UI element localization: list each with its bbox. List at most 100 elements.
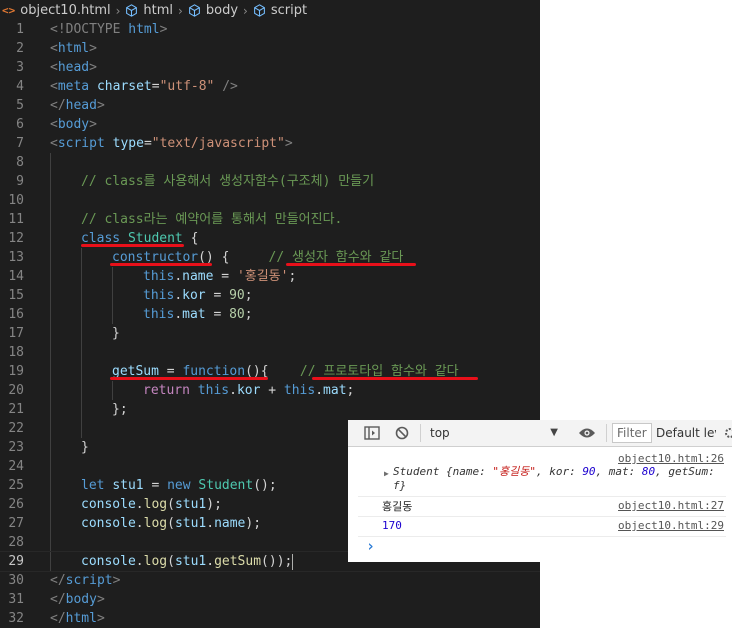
line-number: 30 [8, 573, 24, 588]
sidebar-toggle-button[interactable] [362, 420, 382, 446]
cube-icon [253, 4, 265, 17]
breadcrumb-html-label: html [143, 3, 174, 18]
line-number: 22 [8, 421, 24, 436]
red-underline [286, 263, 416, 266]
line-number: 18 [8, 345, 24, 360]
line-number: 7 [16, 136, 24, 151]
red-underline [312, 377, 478, 380]
line-number: 14 [8, 269, 24, 284]
log-number: 170 [382, 519, 402, 532]
line-number: 32 [8, 611, 24, 626]
breadcrumb-body-label: body [205, 3, 239, 18]
red-underline [81, 244, 184, 247]
breadcrumb-file[interactable]: <> object10.html [0, 3, 111, 18]
console-message-text: 홍길동 object10.html:27 [348, 498, 732, 516]
line-number: 21 [8, 402, 24, 417]
breadcrumb-body[interactable]: body [188, 3, 238, 18]
line-number: 23 [8, 440, 24, 455]
code-line: 32 </html> [0, 609, 540, 628]
chevron-right-icon: › [115, 3, 121, 18]
line-number: 17 [8, 326, 24, 341]
breadcrumb: <> object10.html › html › body › script [0, 0, 540, 21]
code-line: 12 class Student { [0, 229, 540, 248]
html-file-icon: <> [2, 4, 16, 17]
clear-console-button[interactable] [392, 420, 412, 446]
code-line: 15 this.kor = 90; [0, 286, 540, 305]
context-select[interactable]: top ▼ [430, 420, 560, 446]
code-line: 7 <script type="text/javascript"> [0, 134, 540, 153]
code-line: 8 [0, 153, 540, 172]
context-value: top [430, 426, 450, 440]
code-line: 1 <!DOCTYPE html> [0, 20, 540, 39]
line-number: 12 [8, 231, 24, 246]
red-underline [110, 263, 212, 266]
console-toolbar: top ▼ Filter Default lev [348, 420, 732, 447]
line-number: 28 [8, 535, 24, 550]
code-line: 3 <head> [0, 58, 540, 77]
line-number: 9 [16, 174, 24, 189]
code-line: 9// class를 사용해서 생성자함수(구조체) 만들기 [0, 172, 540, 191]
code-line: 18 [0, 343, 540, 362]
line-number: 1 [16, 22, 24, 37]
source-link[interactable]: object10.html:27 [618, 499, 724, 512]
code-line: 19 getSum = function(){ // 프로토타입 함수와 같다 [0, 362, 540, 381]
code-line: 21}; [0, 400, 540, 419]
text-cursor [292, 553, 294, 570]
code-line: 20 return this.kor + this.mat; [0, 381, 540, 400]
source-link[interactable]: object10.html:29 [618, 519, 724, 532]
code-line: 4 <meta charset="utf-8" /> [0, 77, 540, 96]
line-number: 13 [8, 250, 24, 265]
line-number: 31 [8, 592, 24, 607]
line-number: 8 [16, 155, 24, 170]
filter-input[interactable]: Filter [612, 423, 652, 443]
line-number: 19 [8, 364, 24, 379]
object-class: Student [393, 465, 440, 478]
filter-placeholder: Filter [617, 426, 647, 440]
code-line: 2 <html> [0, 39, 540, 58]
code-line: 31 </body> [0, 590, 540, 609]
code-line: 16 this.mat = 80; [0, 305, 540, 324]
breadcrumb-script[interactable]: script [253, 3, 307, 18]
line-number: 27 [8, 516, 24, 531]
log-text: 홍길동 [382, 500, 413, 513]
prompt-chevron-icon: › [366, 537, 376, 555]
source-link[interactable]: object10.html:26 [618, 452, 724, 465]
console-prompt[interactable]: › [348, 537, 732, 557]
log-levels-value: Default lev [656, 426, 716, 440]
line-number: 29 [8, 554, 24, 569]
line-number: 25 [8, 478, 24, 493]
line-number: 4 [16, 79, 24, 94]
log-levels-select[interactable]: Default lev [656, 420, 716, 446]
code-line: 17} [0, 324, 540, 343]
cube-icon [126, 4, 138, 17]
breadcrumb-script-label: script [270, 3, 308, 18]
expand-triangle-icon[interactable]: ▶ [384, 469, 389, 478]
code-line: 10 [0, 191, 540, 210]
code-line: 14 this.name = '홍길동'; [0, 267, 540, 286]
line-number: 2 [16, 41, 24, 56]
line-number: 20 [8, 383, 24, 398]
code-line: 11// class라는 예약어를 통해서 만들어진다. [0, 210, 540, 229]
sidebar-icon [364, 426, 380, 440]
console-message-number: 170 object10.html:29 [348, 518, 732, 536]
line-number: 10 [8, 193, 24, 208]
devtools-console: top ▼ Filter Default lev object10.html:2… [348, 420, 732, 562]
code-line: 13 constructor() { // 생성자 함수와 같다 [0, 248, 540, 267]
cube-icon [188, 4, 200, 17]
line-number: 26 [8, 497, 24, 512]
line-number: 11 [8, 212, 24, 227]
line-number: 3 [16, 60, 24, 75]
line-number: 16 [8, 307, 24, 322]
line-number: 15 [8, 288, 24, 303]
live-expression-button[interactable] [576, 420, 598, 446]
breadcrumb-file-label: object10.html [20, 3, 111, 18]
console-message-object[interactable]: object10.html:26 ▶ Student {name: "홍길동",… [348, 449, 732, 493]
breadcrumb-html[interactable]: html [125, 3, 173, 18]
gear-icon [725, 428, 732, 438]
settings-button[interactable] [720, 420, 732, 446]
red-underline [110, 377, 268, 380]
block-icon [395, 426, 409, 440]
chevron-right-icon: › [243, 3, 248, 18]
line-number: 6 [16, 117, 24, 132]
line-number: 24 [8, 459, 24, 474]
